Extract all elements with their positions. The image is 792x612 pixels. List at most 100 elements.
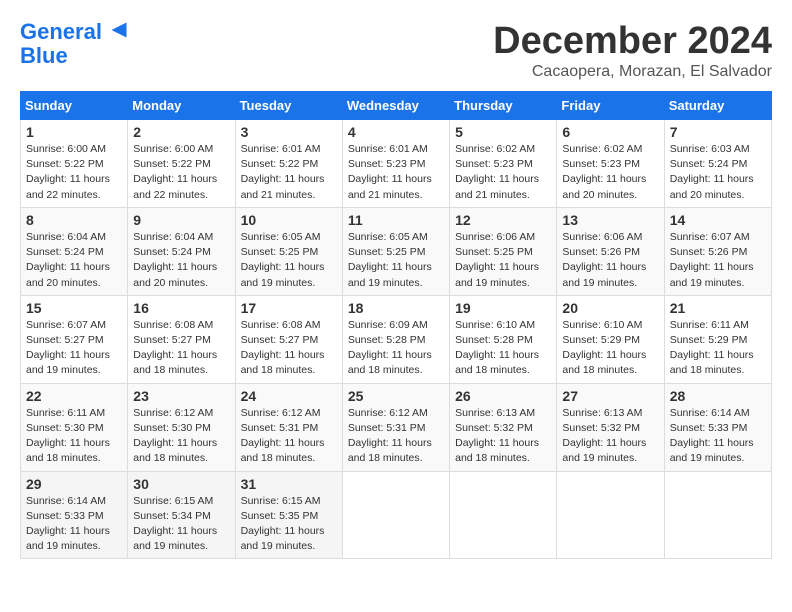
calendar-header-row: SundayMondayTuesdayWednesdayThursdayFrid… [21, 92, 772, 120]
day-number: 18 [348, 300, 444, 316]
day-info: Sunrise: 6:12 AM Sunset: 5:30 PM Dayligh… [133, 406, 229, 467]
calendar-week-4: 22Sunrise: 6:11 AM Sunset: 5:30 PM Dayli… [21, 383, 772, 471]
day-number: 8 [26, 212, 122, 228]
day-info: Sunrise: 6:00 AM Sunset: 5:22 PM Dayligh… [133, 142, 229, 203]
calendar-cell: 3 Sunrise: 6:01 AM Sunset: 5:22 PM Daylig… [235, 120, 342, 208]
calendar-cell: 16 Sunrise: 6:08 AM Sunset: 5:27 PM Dayli… [128, 295, 235, 383]
calendar-cell: 4Sunrise: 6:01 AM Sunset: 5:23 PM Daylig… [342, 120, 449, 208]
calendar-cell: 5 Sunrise: 6:02 AM Sunset: 5:23 PM Daylig… [450, 120, 557, 208]
title-area: December 2024 Cacaopera, Morazan, El Sal… [493, 20, 772, 81]
day-info: Sunrise: 6:06 AM Sunset: 5:26 PM Dayligh… [562, 230, 658, 291]
day-info: Sunrise: 6:04 AM Sunset: 5:24 PM Dayligh… [26, 230, 122, 291]
day-number: 29 [26, 476, 122, 492]
location-subtitle: Cacaopera, Morazan, El Salvador [493, 63, 772, 81]
day-info: Sunrise: 6:02 AM Sunset: 5:23 PM Dayligh… [562, 142, 658, 203]
calendar-week-1: 1 Sunrise: 6:00 AM Sunset: 5:22 PM Daylig… [21, 120, 772, 208]
day-info: Sunrise: 6:01 AM Sunset: 5:22 PM Dayligh… [241, 142, 337, 203]
day-info: Sunrise: 6:03 AM Sunset: 5:24 PM Dayligh… [670, 142, 766, 203]
day-number: 2 [133, 124, 229, 140]
day-info: Sunrise: 6:08 AM Sunset: 5:27 PM Dayligh… [241, 318, 337, 379]
day-info: Sunrise: 6:15 AM Sunset: 5:35 PM Dayligh… [241, 494, 337, 555]
day-info: Sunrise: 6:13 AM Sunset: 5:32 PM Dayligh… [455, 406, 551, 467]
logo-arrow-icon [110, 21, 128, 39]
day-info: Sunrise: 6:02 AM Sunset: 5:23 PM Dayligh… [455, 142, 551, 203]
day-info: Sunrise: 6:10 AM Sunset: 5:28 PM Dayligh… [455, 318, 551, 379]
day-number: 27 [562, 388, 658, 404]
calendar-cell: 29 Sunrise: 6:14 AM Sunset: 5:33 PM Dayli… [21, 471, 128, 559]
weekday-header-sunday: Sunday [21, 92, 128, 120]
calendar-cell: 10Sunrise: 6:05 AM Sunset: 5:25 PM Dayli… [235, 207, 342, 295]
day-number: 4 [348, 124, 444, 140]
day-number: 24 [241, 388, 337, 404]
calendar-cell: 12 Sunrise: 6:06 AM Sunset: 5:25 PM Dayli… [450, 207, 557, 295]
month-title: December 2024 [493, 20, 772, 63]
day-number: 26 [455, 388, 551, 404]
day-info: Sunrise: 6:11 AM Sunset: 5:29 PM Dayligh… [670, 318, 766, 379]
day-info: Sunrise: 6:05 AM Sunset: 5:25 PM Dayligh… [241, 230, 337, 291]
weekday-header-friday: Friday [557, 92, 664, 120]
day-info: Sunrise: 6:12 AM Sunset: 5:31 PM Dayligh… [348, 406, 444, 467]
calendar-cell: 8 Sunrise: 6:04 AM Sunset: 5:24 PM Daylig… [21, 207, 128, 295]
calendar-cell: 22Sunrise: 6:11 AM Sunset: 5:30 PM Dayli… [21, 383, 128, 471]
calendar-cell [664, 471, 771, 559]
day-info: Sunrise: 6:11 AM Sunset: 5:30 PM Dayligh… [26, 406, 122, 467]
day-info: Sunrise: 6:13 AM Sunset: 5:32 PM Dayligh… [562, 406, 658, 467]
day-number: 25 [348, 388, 444, 404]
day-number: 13 [562, 212, 658, 228]
calendar-cell: 14 Sunrise: 6:07 AM Sunset: 5:26 PM Dayli… [664, 207, 771, 295]
calendar-cell [450, 471, 557, 559]
day-number: 28 [670, 388, 766, 404]
day-number: 21 [670, 300, 766, 316]
calendar-cell: 11Sunrise: 6:05 AM Sunset: 5:25 PM Dayli… [342, 207, 449, 295]
day-number: 30 [133, 476, 229, 492]
day-info: Sunrise: 6:07 AM Sunset: 5:27 PM Dayligh… [26, 318, 122, 379]
day-number: 1 [26, 124, 122, 140]
day-info: Sunrise: 6:14 AM Sunset: 5:33 PM Dayligh… [26, 494, 122, 555]
day-number: 19 [455, 300, 551, 316]
day-number: 23 [133, 388, 229, 404]
calendar-cell: 28 Sunrise: 6:14 AM Sunset: 5:33 PM Dayli… [664, 383, 771, 471]
day-info: Sunrise: 6:04 AM Sunset: 5:24 PM Dayligh… [133, 230, 229, 291]
calendar-cell: 18Sunrise: 6:09 AM Sunset: 5:28 PM Dayli… [342, 295, 449, 383]
calendar-cell: 1 Sunrise: 6:00 AM Sunset: 5:22 PM Daylig… [21, 120, 128, 208]
calendar-cell: 23 Sunrise: 6:12 AM Sunset: 5:30 PM Dayli… [128, 383, 235, 471]
day-number: 7 [670, 124, 766, 140]
calendar-cell: 17 Sunrise: 6:08 AM Sunset: 5:27 PM Dayli… [235, 295, 342, 383]
calendar-cell: 13 Sunrise: 6:06 AM Sunset: 5:26 PM Dayli… [557, 207, 664, 295]
calendar-cell: 26 Sunrise: 6:13 AM Sunset: 5:32 PM Dayli… [450, 383, 557, 471]
day-number: 31 [241, 476, 337, 492]
weekday-header-wednesday: Wednesday [342, 92, 449, 120]
day-info: Sunrise: 6:10 AM Sunset: 5:29 PM Dayligh… [562, 318, 658, 379]
day-info: Sunrise: 6:00 AM Sunset: 5:22 PM Dayligh… [26, 142, 122, 203]
logo-blue-text: Blue [20, 44, 68, 68]
day-number: 16 [133, 300, 229, 316]
day-number: 17 [241, 300, 337, 316]
day-number: 15 [26, 300, 122, 316]
weekday-header-tuesday: Tuesday [235, 92, 342, 120]
calendar-cell: 9 Sunrise: 6:04 AM Sunset: 5:24 PM Daylig… [128, 207, 235, 295]
day-number: 12 [455, 212, 551, 228]
calendar-cell: 31 Sunrise: 6:15 AM Sunset: 5:35 PM Dayli… [235, 471, 342, 559]
day-info: Sunrise: 6:07 AM Sunset: 5:26 PM Dayligh… [670, 230, 766, 291]
day-info: Sunrise: 6:06 AM Sunset: 5:25 PM Dayligh… [455, 230, 551, 291]
calendar-cell [342, 471, 449, 559]
calendar-cell: 2 Sunrise: 6:00 AM Sunset: 5:22 PM Daylig… [128, 120, 235, 208]
day-number: 14 [670, 212, 766, 228]
day-number: 5 [455, 124, 551, 140]
calendar-cell: 25 Sunrise: 6:12 AM Sunset: 5:31 PM Dayli… [342, 383, 449, 471]
day-info: Sunrise: 6:08 AM Sunset: 5:27 PM Dayligh… [133, 318, 229, 379]
day-info: Sunrise: 6:15 AM Sunset: 5:34 PM Dayligh… [133, 494, 229, 555]
day-number: 9 [133, 212, 229, 228]
calendar-table: SundayMondayTuesdayWednesdayThursdayFrid… [20, 91, 772, 559]
day-info: Sunrise: 6:14 AM Sunset: 5:33 PM Dayligh… [670, 406, 766, 467]
logo-text: General [20, 20, 128, 44]
calendar-cell: 21 Sunrise: 6:11 AM Sunset: 5:29 PM Dayli… [664, 295, 771, 383]
day-number: 6 [562, 124, 658, 140]
day-number: 3 [241, 124, 337, 140]
calendar-cell: 30 Sunrise: 6:15 AM Sunset: 5:34 PM Dayli… [128, 471, 235, 559]
calendar-cell: 7 Sunrise: 6:03 AM Sunset: 5:24 PM Daylig… [664, 120, 771, 208]
calendar-cell: 15 Sunrise: 6:07 AM Sunset: 5:27 PM Dayli… [21, 295, 128, 383]
weekday-header-saturday: Saturday [664, 92, 771, 120]
calendar-week-2: 8 Sunrise: 6:04 AM Sunset: 5:24 PM Daylig… [21, 207, 772, 295]
calendar-cell [557, 471, 664, 559]
